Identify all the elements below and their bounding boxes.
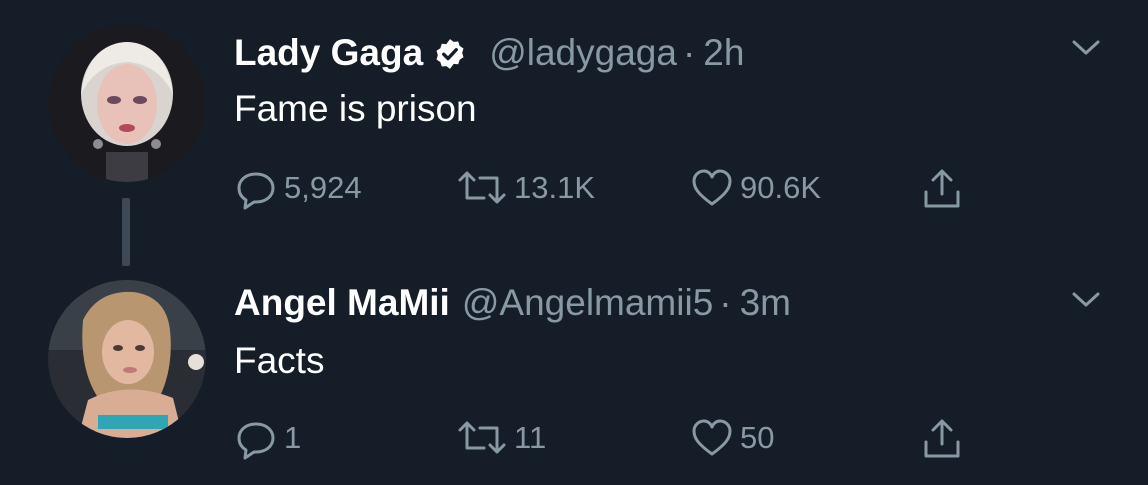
retweet-button[interactable]: 13.1K [456,166,595,210]
share-button[interactable] [920,166,964,210]
tweet-text: Fame is prison [234,88,477,129]
user-handle[interactable]: @ladygaga [489,30,677,76]
reply-count: 5,924 [284,170,362,205]
separator-dot: · [719,282,732,323]
retweet-count: 13.1K [514,170,596,205]
avatar[interactable] [48,24,206,182]
like-icon [692,419,732,456]
tweet-header: Angel MaMii @Angelmamii5 · 3m [234,280,791,326]
reply-button[interactable]: 1 [234,416,301,460]
tweet-text: Facts [234,340,325,381]
like-icon [692,169,732,206]
retweet-icon [458,171,506,204]
share-icon [924,419,960,458]
like-button[interactable]: 50 [690,416,774,460]
like-count: 90.6K [740,170,822,205]
timestamp[interactable]: 3m [740,280,791,326]
reply-count: 1 [284,420,302,455]
display-name[interactable]: Lady Gaga [234,30,423,76]
share-button[interactable] [920,416,964,460]
thread-connector-line [122,198,130,266]
like-count: 50 [740,420,775,455]
like-button[interactable]: 90.6K [690,166,821,210]
chevron-down-icon[interactable] [1068,36,1104,60]
tweet-actions: 5,924 13.1K 90.6K [234,166,994,210]
tweet-header: Lady Gaga @ladygaga · 2h [234,30,744,76]
tweet-actions: 1 11 50 [234,416,994,460]
reply-icon [237,172,275,210]
chevron-down-icon[interactable] [1068,288,1104,312]
verified-badge-icon [433,36,467,70]
avatar[interactable] [48,280,206,438]
share-icon [924,169,960,208]
user-handle[interactable]: @Angelmamii5 [462,280,713,326]
timestamp[interactable]: 2h [703,30,744,76]
reply-icon [237,422,275,460]
reply-button[interactable]: 5,924 [234,166,362,210]
retweet-icon [458,421,506,454]
retweet-count: 11 [514,420,547,455]
display-name[interactable]: Angel MaMii [234,280,450,326]
retweet-button[interactable]: 11 [456,416,546,460]
separator-dot: · [682,32,696,73]
